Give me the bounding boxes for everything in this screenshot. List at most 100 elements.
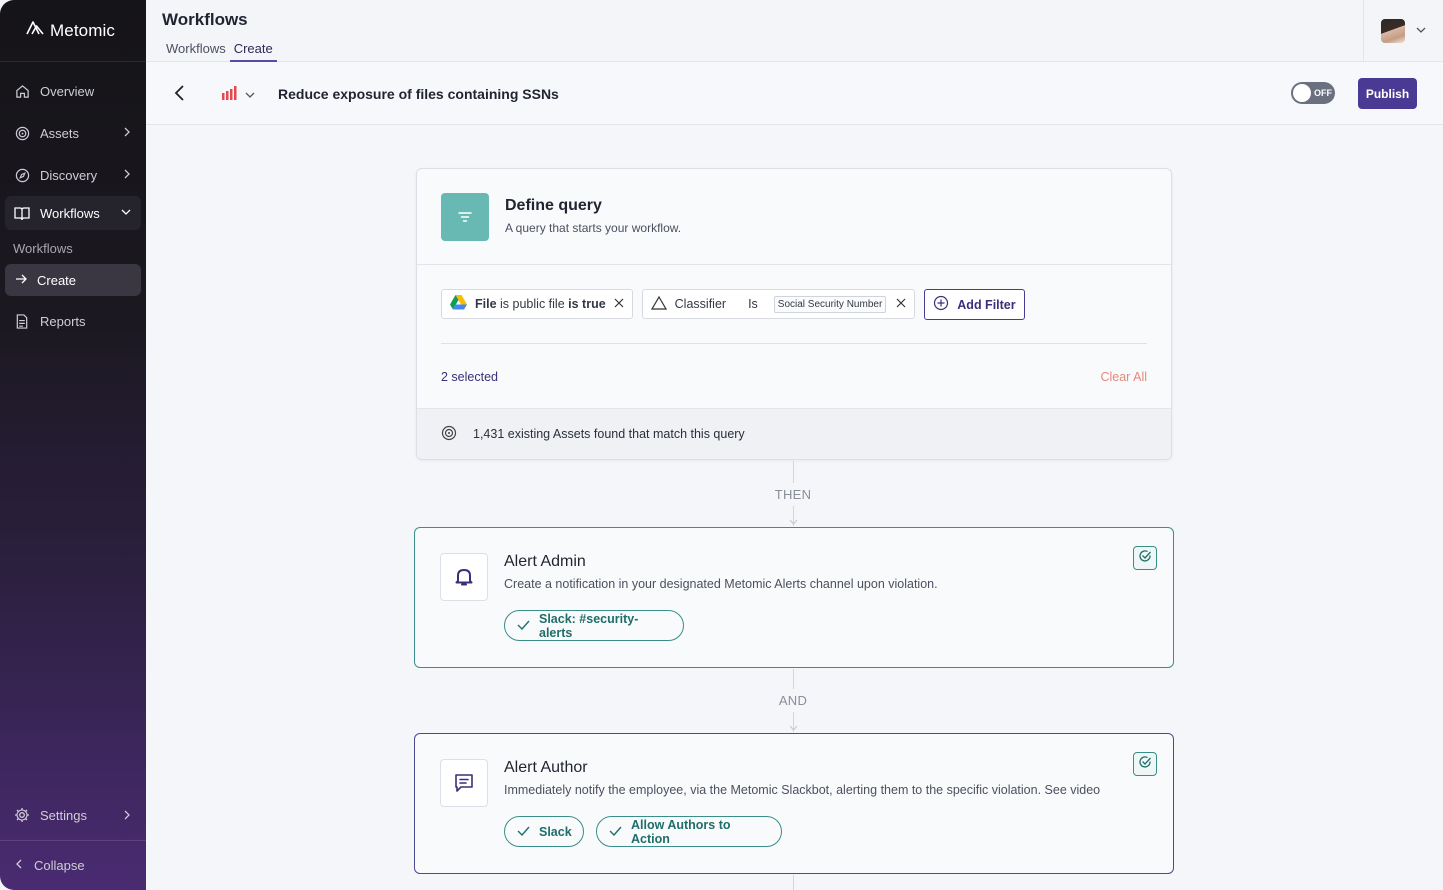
triangle-icon (650, 295, 667, 313)
bell-icon (440, 553, 488, 601)
sidebar-item-workflows[interactable]: Workflows (5, 196, 141, 230)
tab-workflows[interactable]: Workflows (162, 40, 230, 62)
add-filter-button[interactable]: Add Filter (924, 289, 1025, 320)
action-chip-allow-authors[interactable]: Allow Authors to Action (596, 816, 782, 847)
close-icon[interactable] (896, 297, 906, 311)
publish-button[interactable]: Publish (1358, 78, 1417, 109)
chip-label: Allow Authors to Action (631, 817, 731, 846)
compass-icon (14, 167, 30, 183)
message-icon (440, 759, 488, 807)
chevron-left-icon (14, 858, 24, 873)
toggle-knob (1293, 84, 1311, 102)
action-chips: Slack Allow Authors to Action (504, 816, 782, 847)
app-window: Metomic Overview Assets Discovery Workfl… (0, 0, 1443, 890)
filter-chip-classifier[interactable]: Classifier Is Social Security Number (641, 289, 916, 319)
sidebar-bottom: Settings Collapse (0, 790, 146, 890)
action-complete-check[interactable] (1133, 546, 1157, 570)
divider (441, 343, 1147, 344)
sidebar-item-assets[interactable]: Assets (0, 112, 146, 154)
filter-text: File is public file is true (475, 297, 606, 311)
sidebar-subitem-workflows[interactable]: Workflows (5, 232, 141, 264)
sidebar-item-reports[interactable]: Reports (0, 300, 146, 342)
action-card-alert-admin[interactable]: Alert Admin Create a notification in you… (414, 527, 1174, 668)
brand-logo[interactable]: Metomic (0, 0, 146, 62)
filter-list: File is public file is true Classifier I… (441, 289, 1025, 320)
connector-line (793, 461, 794, 483)
chevron-down-icon (244, 87, 256, 105)
filter-icon (441, 193, 489, 241)
sidebar-item-overview[interactable]: Overview (0, 70, 146, 112)
action-chips: Slack: #security-alerts (504, 610, 684, 641)
check-icon (517, 619, 530, 633)
query-card: Define query A query that starts your wo… (416, 168, 1172, 460)
connector-then-label: THEN (774, 487, 812, 502)
action-description: Create a notification in your designated… (504, 577, 938, 591)
chip-label: Slack (539, 824, 572, 839)
chip-label: Slack: #security-alerts (539, 611, 639, 640)
sidebar-item-label: Reports (40, 313, 86, 329)
sidebar-subitem-label: Workflows (13, 240, 73, 256)
breadcrumb-tabs: Workflows Create (162, 40, 277, 62)
sidebar-item-label: Settings (40, 807, 87, 823)
document-icon (14, 313, 30, 329)
arrow-down-icon (789, 519, 798, 525)
action-chip-slack[interactable]: Slack (504, 816, 584, 847)
metomic-logo-icon (26, 21, 44, 40)
sidebar-item-label: Assets (40, 125, 80, 141)
sidebar-group-workflows: Workflows (5, 196, 141, 230)
filter-chip-public-file[interactable]: File is public file is true (441, 289, 633, 319)
back-arrow-icon[interactable] (174, 84, 186, 107)
add-filter-label: Add Filter (957, 297, 1016, 312)
filter-operator: Is (748, 297, 758, 311)
severity-selector[interactable] (222, 86, 256, 105)
query-title: Define query (505, 197, 602, 214)
book-icon (14, 205, 30, 221)
workflow-header: Reduce exposure of files containing SSNs… (146, 62, 1443, 125)
google-drive-icon (450, 295, 467, 313)
arrow-down-icon (789, 725, 798, 731)
query-card-header: Define query A query that starts your wo… (417, 169, 1171, 265)
target-icon (14, 125, 30, 141)
chevron-right-icon (122, 168, 132, 183)
query-description: A query that starts your workflow. (505, 221, 682, 235)
connector-line (793, 669, 794, 689)
user-menu[interactable] (1363, 0, 1443, 62)
query-result-footer: 1,431 existing Assets found that match t… (417, 408, 1171, 459)
sidebar-subitem-create[interactable]: Create (5, 264, 141, 296)
sidebar-subitem-label: Create (37, 272, 77, 288)
workflow-toggle[interactable]: OFF (1291, 82, 1335, 104)
clear-all-button[interactable]: Clear All (1100, 370, 1147, 384)
sidebar-item-discovery[interactable]: Discovery (0, 154, 146, 196)
plus-circle-icon (933, 295, 949, 314)
collapse-button[interactable]: Collapse (0, 840, 146, 890)
check-icon (609, 825, 622, 839)
topbar: Workflows Workflows Create (146, 0, 1443, 62)
home-icon (14, 83, 30, 99)
action-chip-slack-channel[interactable]: Slack: #security-alerts (504, 610, 684, 641)
workflow-title[interactable]: Reduce exposure of files containing SSNs (278, 86, 559, 102)
sidebar: Metomic Overview Assets Discovery Workfl… (0, 0, 146, 890)
filter-value-pill: Social Security Number (773, 295, 887, 313)
close-icon[interactable] (614, 297, 624, 311)
action-card-alert-author[interactable]: Alert Author Immediately notify the empl… (414, 733, 1174, 874)
selected-count: 2 selected (441, 370, 498, 384)
target-icon (441, 425, 457, 444)
brand-name: Metomic (50, 20, 115, 40)
chevron-down-icon (1415, 22, 1427, 40)
chevron-right-icon (122, 126, 132, 141)
gear-icon (14, 807, 30, 823)
action-complete-check[interactable] (1133, 752, 1157, 776)
sidebar-item-label: Overview (40, 83, 95, 99)
sidebar-item-settings[interactable]: Settings (0, 790, 146, 840)
tab-create[interactable]: Create (229, 40, 277, 62)
chevron-right-icon (122, 809, 132, 824)
check-circle-icon (1138, 755, 1152, 774)
sidebar-item-label: Discovery (40, 167, 98, 183)
toggle-label: OFF (1314, 88, 1332, 98)
chevron-down-icon (120, 205, 132, 220)
sidebar-nav: Overview Assets Discovery Workflows Work… (0, 62, 146, 342)
action-title: Alert Author (504, 759, 588, 776)
page-title: Workflows (162, 10, 248, 29)
collapse-label: Collapse (34, 858, 85, 873)
arrow-right-icon (15, 273, 27, 288)
